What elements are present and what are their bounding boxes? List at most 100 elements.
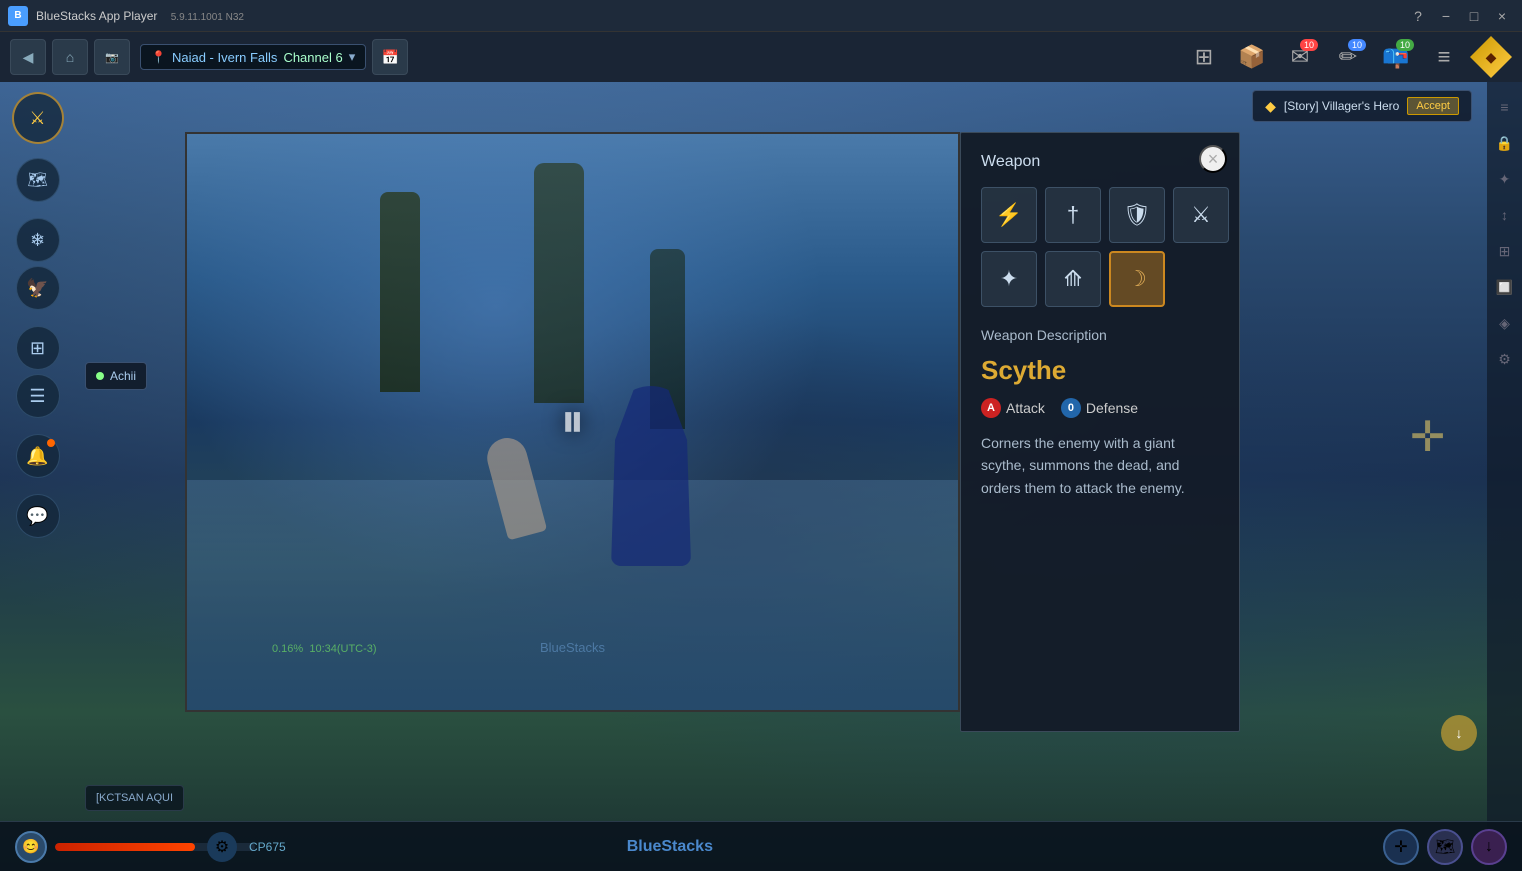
accept-quest-button[interactable]: Accept	[1407, 97, 1459, 115]
quest-bar: ◆ [Story] Villager's Hero Accept	[1252, 90, 1472, 122]
crossbow-icon: ⟰	[1064, 266, 1082, 292]
pause-icon[interactable]: ⏸	[560, 394, 584, 450]
home-button[interactable]: ⌂	[52, 39, 88, 75]
bluestacks-watermark: BlueStacks	[540, 640, 605, 655]
title-text: BlueStacks App Player 5.9.11.1001 N32	[36, 9, 1406, 23]
sword-icon: †	[1067, 202, 1079, 228]
channel-dropdown-icon[interactable]: ▾	[349, 49, 356, 65]
settings-icon[interactable]: ⚙	[207, 832, 237, 862]
achievement-notification: Achii	[85, 362, 147, 390]
mail-button[interactable]: ✉ 10	[1280, 37, 1320, 77]
mail-badge: 10	[1300, 39, 1318, 51]
quest-text: [Story] Villager's Hero	[1284, 99, 1399, 113]
left-sidebar: ⚔ 🗺 ❄ 🦅 ⊞ ☰ 🔔 💬	[0, 82, 75, 871]
chat-box: [KCTSAN AQUI	[85, 785, 184, 811]
scroll-down-button[interactable]: ↓	[1441, 715, 1477, 751]
pencil-badge: 10	[1348, 39, 1366, 51]
title-controls: ? − □ ×	[1406, 6, 1514, 26]
weapon-shield-sword[interactable]: 🛡	[1109, 187, 1165, 243]
defense-stat: 0 Defense	[1061, 398, 1138, 418]
weapon-sword[interactable]: †	[1045, 187, 1101, 243]
channel-text: Channel 6	[283, 50, 342, 65]
fps-display: 0.16% 10:34(UTC-3)	[272, 643, 377, 655]
achievement-dot	[96, 372, 104, 380]
location-icon: 📍	[151, 50, 166, 64]
compass-icon[interactable]: ✛	[1383, 829, 1419, 865]
menu-button[interactable]: ≡	[1424, 37, 1464, 77]
notification-button[interactable]: 📪 10	[1376, 37, 1416, 77]
sidebar-btn-1[interactable]: ≡	[1490, 92, 1520, 122]
grid-button[interactable]: ⊞	[1184, 37, 1224, 77]
chat-text: [KCTSAN AQUI	[96, 792, 173, 804]
close-icon[interactable]: ×	[1490, 6, 1514, 26]
bluestacks-logo: BlueStacks	[627, 838, 713, 856]
staff-icon: ✦	[1000, 266, 1018, 292]
sidebar-btn-4[interactable]: ↕	[1490, 200, 1520, 230]
back-button[interactable]: ◀	[10, 39, 46, 75]
skills-button[interactable]: ❄	[16, 218, 60, 262]
weapon-description-header: Weapon Description	[981, 327, 1219, 343]
weapon-twin-swords[interactable]: ⚔	[1173, 187, 1229, 243]
diamond-currency-icon[interactable]: ◆	[1470, 36, 1512, 78]
game-area: ⚔ 🗺 ❄ 🦅 ⊞ ☰ 🔔 💬 Achii [KCTSAN AQUI ◆ [St…	[0, 82, 1522, 871]
cp-display: CP675	[249, 840, 286, 854]
right-sidebar: ≡ 🔒 ✦ ↕ ⊞ 🔲 ◈ ⚙	[1487, 82, 1522, 871]
weapon-description-text: Corners the enemy with a giant scythe, s…	[981, 432, 1219, 499]
defense-label: Defense	[1086, 400, 1138, 416]
sidebar-btn-3[interactable]: ✦	[1490, 164, 1520, 194]
close-weapon-panel-button[interactable]: ×	[1199, 145, 1227, 173]
help-icon[interactable]: ?	[1406, 6, 1430, 26]
weapon-name: Scythe	[981, 355, 1219, 386]
weapon-panel: × Weapon ⚡ † 🛡 ⚔ ✦ ⟰ ☽	[960, 132, 1240, 732]
spear-icon: ⚡	[995, 202, 1022, 228]
weapon-crossbow[interactable]: ⟰	[1045, 251, 1101, 307]
pencil-button[interactable]: ✏ 10	[1328, 37, 1368, 77]
weapon-spear[interactable]: ⚡	[981, 187, 1037, 243]
waypoint-icon[interactable]: ↓	[1471, 829, 1507, 865]
minimize-icon[interactable]: −	[1434, 6, 1458, 26]
bottom-bar: 😊 ⚙ CP675 BlueStacks ✛ 🗺 ↓	[0, 821, 1522, 871]
title-bar: B BlueStacks App Player 5.9.11.1001 N32 …	[0, 0, 1522, 32]
app-icon: B	[8, 6, 28, 26]
sidebar-btn-2[interactable]: 🔒	[1490, 128, 1520, 158]
weapon-staff[interactable]: ✦	[981, 251, 1037, 307]
shield-sword-icon: 🛡	[1123, 202, 1151, 228]
weapon-scythe[interactable]: ☽	[1109, 251, 1165, 307]
bottom-right-icons: ✛ 🗺 ↓	[1383, 829, 1507, 865]
minimap-button[interactable]: 🗺	[16, 158, 60, 202]
screenshot-button[interactable]: 📷	[94, 39, 130, 75]
character-button[interactable]: 🦅	[16, 266, 60, 310]
video-panel[interactable]: ⏸ BlueStacks 0.16% 10:34(UTC-3)	[185, 132, 960, 712]
twin-swords-icon: ⚔	[1191, 202, 1211, 228]
notification-bell[interactable]: 🔔	[16, 434, 60, 478]
location-display: 📍 Naiad - Ivern Falls Channel 6 ▾	[140, 44, 366, 70]
calendar-button[interactable]: 📅	[372, 39, 408, 75]
character-avatar[interactable]: ⚔	[12, 92, 64, 144]
right-toolbar-icons: ⊞ 📦 ✉ 10 ✏ 10 📪 10 ≡	[1184, 37, 1464, 77]
weapon-stats: A Attack 0 Defense	[981, 398, 1219, 418]
scythe-icon: ☽	[1127, 266, 1147, 292]
weapon-panel-title: Weapon	[981, 153, 1219, 171]
list-button[interactable]: ☰	[16, 374, 60, 418]
weapon-grid: ⚡ † 🛡 ⚔ ✦ ⟰ ☽	[981, 187, 1219, 307]
mailbox-button[interactable]: 📦	[1232, 37, 1272, 77]
sidebar-btn-6[interactable]: 🔲	[1490, 272, 1520, 302]
map-icon[interactable]: 🗺	[1427, 829, 1463, 865]
hp-fill	[55, 843, 195, 851]
crosshair-icon: ✛	[1410, 412, 1462, 464]
achievement-text: Achii	[110, 369, 136, 383]
inventory-button[interactable]: ⊞	[16, 326, 60, 370]
character-portrait: 😊	[15, 831, 47, 863]
location-text: Naiad - Ivern Falls	[172, 50, 277, 65]
hp-bar-container	[55, 843, 195, 851]
sidebar-btn-5[interactable]: ⊞	[1490, 236, 1520, 266]
restore-icon[interactable]: □	[1462, 6, 1486, 26]
attack-label: Attack	[1006, 400, 1045, 416]
defense-icon: 0	[1061, 398, 1081, 418]
notification-badge: 10	[1396, 39, 1414, 51]
sidebar-btn-8[interactable]: ⚙	[1490, 344, 1520, 374]
sidebar-btn-7[interactable]: ◈	[1490, 308, 1520, 338]
top-toolbar: ◀ ⌂ 📷 📍 Naiad - Ivern Falls Channel 6 ▾ …	[0, 32, 1522, 82]
chat-button[interactable]: 💬	[16, 494, 60, 538]
quest-icon: ◆	[1265, 98, 1276, 115]
